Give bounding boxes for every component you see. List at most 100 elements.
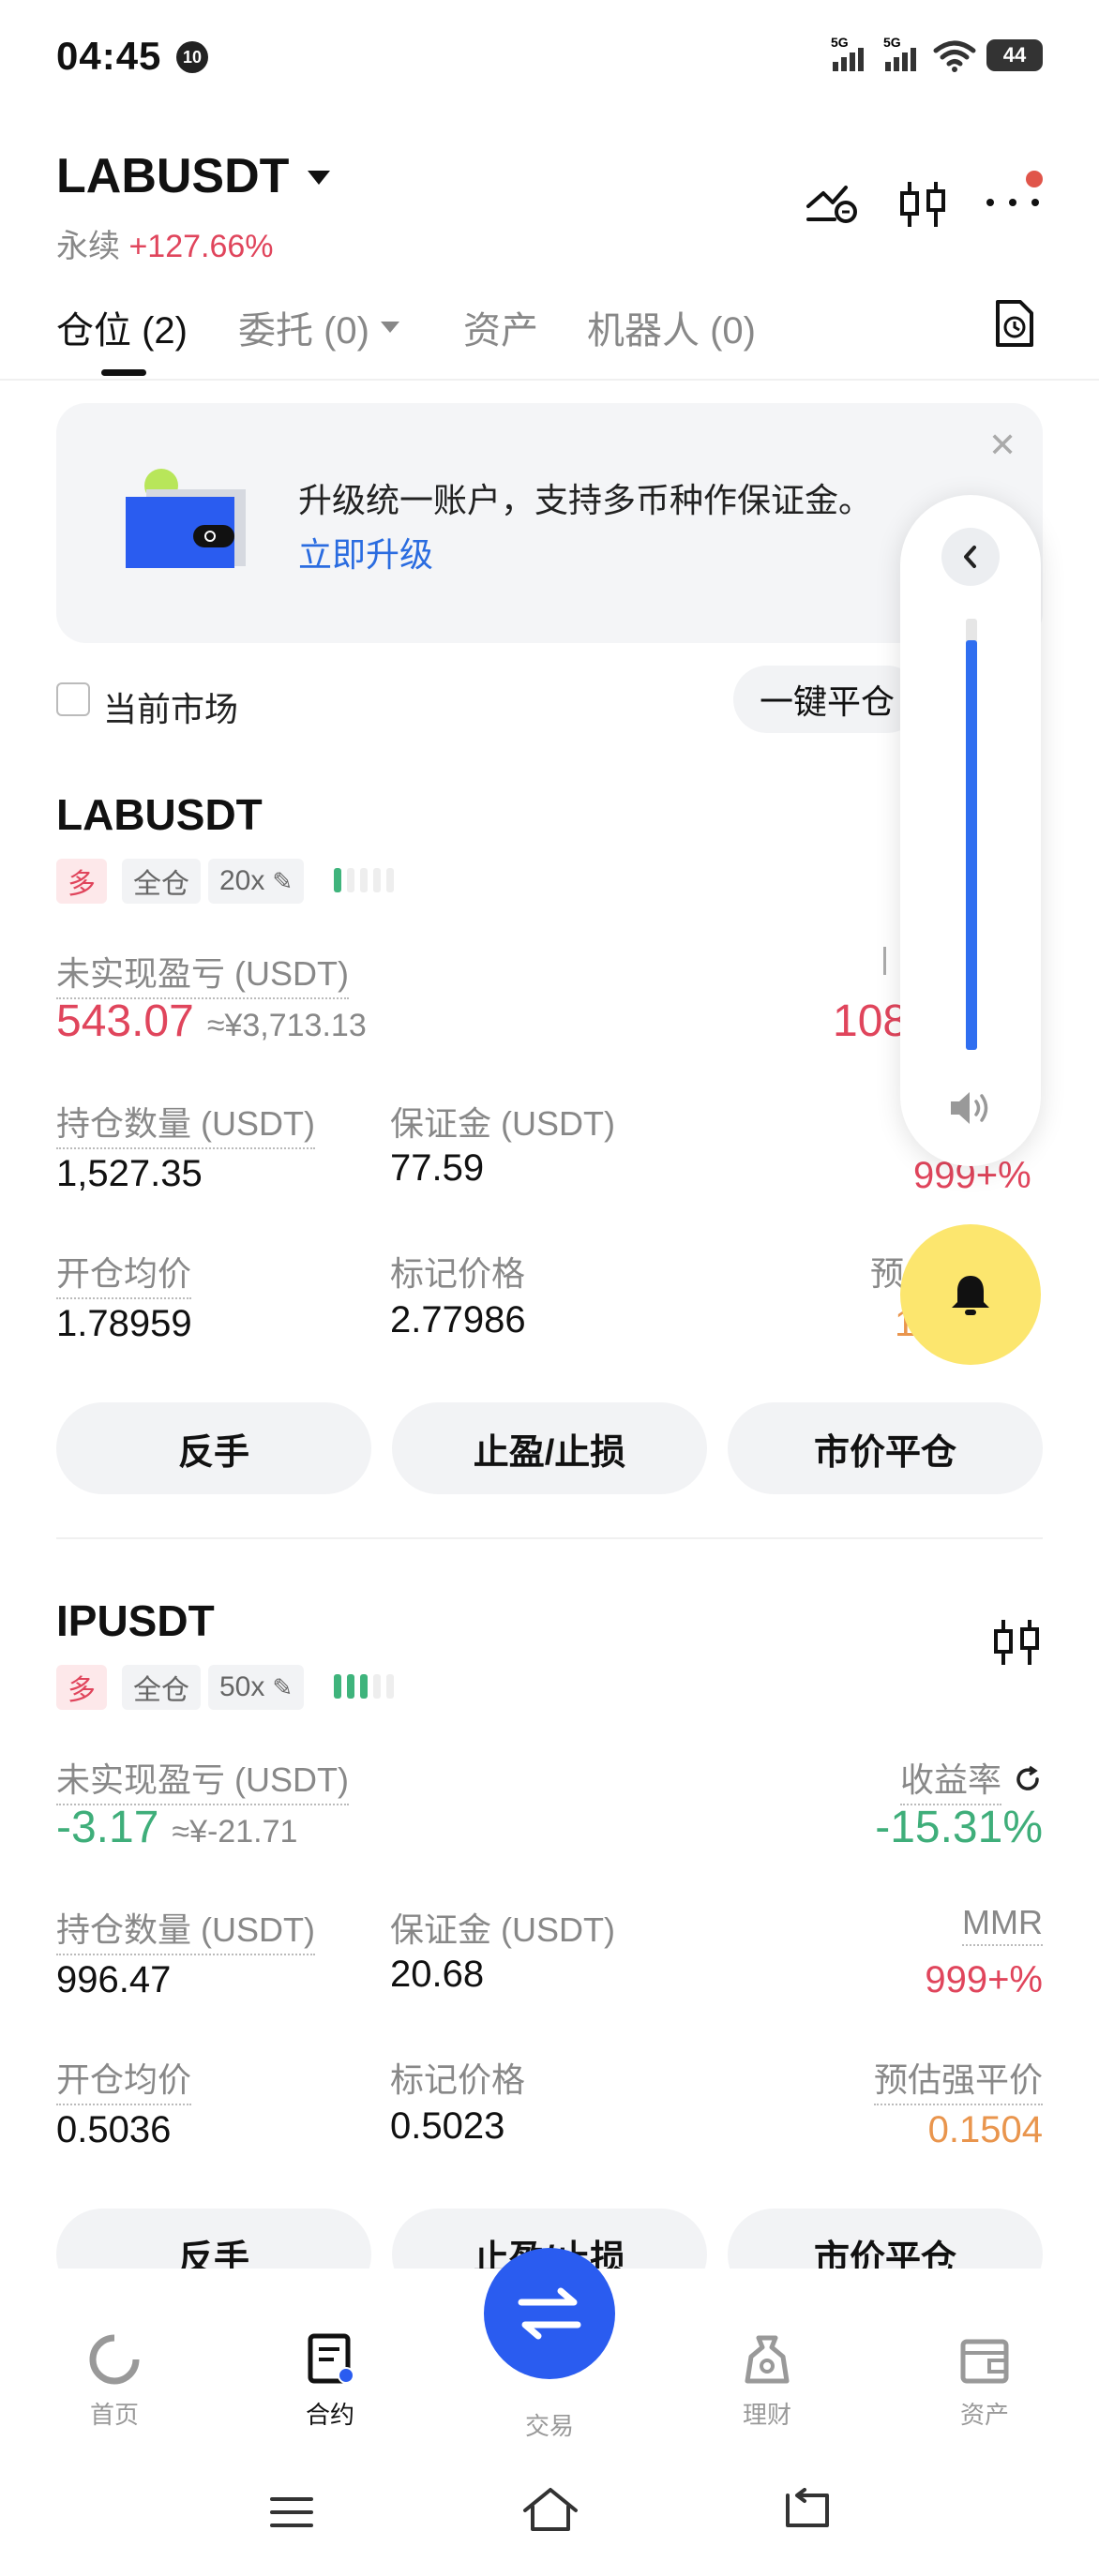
leverage-badge[interactable]: 20x ✎ [208,859,305,904]
roe-value: -15.31% [875,1803,1043,1852]
leverage-badge[interactable]: 50x ✎ [208,1665,305,1710]
position-size-value: 996.47 [56,1959,172,2000]
svg-text:5G: 5G [883,36,901,50]
roe-value-partial: 108 [833,996,909,1046]
margin-label: 保证金 (USDT) [390,1104,615,1143]
margin-value: 77.59 [390,1147,485,1189]
price-alert-button[interactable] [900,1224,1041,1365]
trade-button[interactable] [484,2248,615,2379]
candlestick-chart-icon[interactable] [896,178,949,231]
contract-icon [308,2333,354,2384]
history-document-icon[interactable] [992,298,1035,349]
status-bar: 04:45 10 5G 5G 44 [0,0,1099,112]
system-navigation-bar [0,2447,1099,2576]
more-menu-icon[interactable] [986,171,1046,221]
cellular-signal-icon: 5G [831,36,864,71]
cellular-signal-icon-2: 5G [883,36,916,71]
divider [56,1537,1043,1539]
position-size-label: 持仓数量 (USDT) [56,1903,315,1955]
price-change: +127.66% [128,229,274,264]
nav-home[interactable]: 首页 [58,2332,171,2431]
liq-price-label: 预估强平价 [873,2053,1043,2105]
current-market-checkbox[interactable] [56,682,90,716]
symbol-title[interactable]: LABUSDT [56,148,289,204]
wallet-icon [960,2339,1009,2384]
roe-label-partial [883,947,893,975]
volume-slider[interactable] [966,619,977,1050]
chevron-left-icon [964,546,976,568]
margin-mode-badge: 全仓 [122,859,201,904]
refresh-icon[interactable] [1013,1764,1043,1794]
nav-finance[interactable]: 理财 [711,2332,823,2431]
notification-badge: 10 [176,41,208,73]
position-size-label: 持仓数量 (USDT) [56,1097,315,1149]
tab-active-indicator [101,369,146,376]
nav-trade[interactable]: 交易 [493,2398,606,2442]
nav-contract[interactable]: 合约 [274,2332,386,2431]
unrealized-pnl: -3.17 ≈¥-21.71 [56,1802,297,1853]
adl-indicator [334,868,394,892]
position-tabs: 仓位 (2) 委托 (0) 资产 机器人 (0) [0,291,1099,381]
tab-positions[interactable]: 仓位 (2) [56,300,188,354]
candlestick-chart-icon[interactable] [990,1616,1043,1669]
home-button-icon[interactable] [521,2486,580,2533]
menu-icon[interactable] [268,2494,315,2531]
collapse-volume-button[interactable] [941,528,1000,586]
mark-price-label: 标记价格 [390,1254,526,1293]
chevron-down-icon[interactable] [308,171,330,185]
upgrade-banner[interactable]: 升级统一账户，支持多币种作保证金。 立即升级 ✕ [56,403,1043,643]
volume-level [966,640,977,1050]
edit-icon: ✎ [272,866,294,895]
tp-sl-button[interactable]: 止盈/止损 [392,1402,707,1494]
volume-panel [900,495,1041,1166]
mark-price-value: 2.77986 [390,1299,526,1340]
chevron-down-icon [381,322,399,333]
battery-indicator: 44 [986,39,1043,71]
tab-assets[interactable]: 资产 [463,300,538,354]
margin-value: 20.68 [390,1954,485,1995]
position-card-ipusdt: IPUSDT 多 全仓 50x ✎ 未实现盈亏 (USDT) -3.17 ≈¥-2… [0,1575,1099,2269]
unrealized-pnl-label: 未实现盈亏 (USDT) [56,1753,349,1805]
tab-orders[interactable]: 委托 (0) [238,300,399,354]
clock: 04:45 [56,34,162,78]
wallet-illustration-icon [126,469,246,568]
adl-indicator [334,1674,394,1699]
reverse-button[interactable]: 反手 [56,2209,371,2269]
close-all-button[interactable]: 一键平仓 [733,666,921,733]
bell-icon [952,1276,989,1315]
mmr-label: MMR [962,1903,1043,1946]
upgrade-now-link[interactable]: 立即升级 [298,528,433,577]
contract-subtitle: 永续 +127.66% [56,220,274,266]
back-icon[interactable] [784,2488,833,2531]
liq-price-label-partial: 预 [870,1254,905,1293]
contract-type: 永续 [56,229,120,264]
nav-assets[interactable]: 资产 [928,2332,1041,2431]
finance-icon [745,2335,790,2384]
swap-icon [518,2287,581,2340]
pnl-approx: ≈¥-21.71 [172,1814,298,1850]
current-market-label: 当前市场 [103,690,239,728]
entry-price-label: 开仓均价 [56,2053,192,2105]
pnl-value: 543.07 [56,996,194,1046]
roe-header[interactable]: 收益率 [899,1753,1043,1805]
side-badge: 多 [56,1665,107,1710]
pnl-value: -3.17 [56,1803,159,1852]
market-close-button[interactable]: 市价平仓 [728,2209,1043,2269]
position-size-value: 1,527.35 [56,1153,203,1194]
wifi-icon [933,40,976,72]
strategy-chart-icon[interactable] [805,178,861,227]
liq-price-value: 0.1504 [927,2109,1043,2150]
entry-price-value: 1.78959 [56,1303,192,1344]
tab-bots[interactable]: 机器人 (0) [587,300,756,354]
close-icon[interactable]: ✕ [988,426,1016,465]
mark-price-value: 0.5023 [390,2105,505,2147]
side-badge: 多 [56,859,107,904]
market-close-button[interactable]: 市价平仓 [728,1402,1043,1494]
position-symbol: LABUSDT [56,790,263,839]
edit-icon: ✎ [272,1672,294,1701]
entry-price-label: 开仓均价 [56,1247,192,1299]
entry-price-value: 0.5036 [56,2109,172,2150]
reverse-button[interactable]: 反手 [56,1402,371,1494]
speaker-icon[interactable] [947,1087,996,1129]
pnl-approx: ≈¥3,713.13 [206,1008,367,1043]
